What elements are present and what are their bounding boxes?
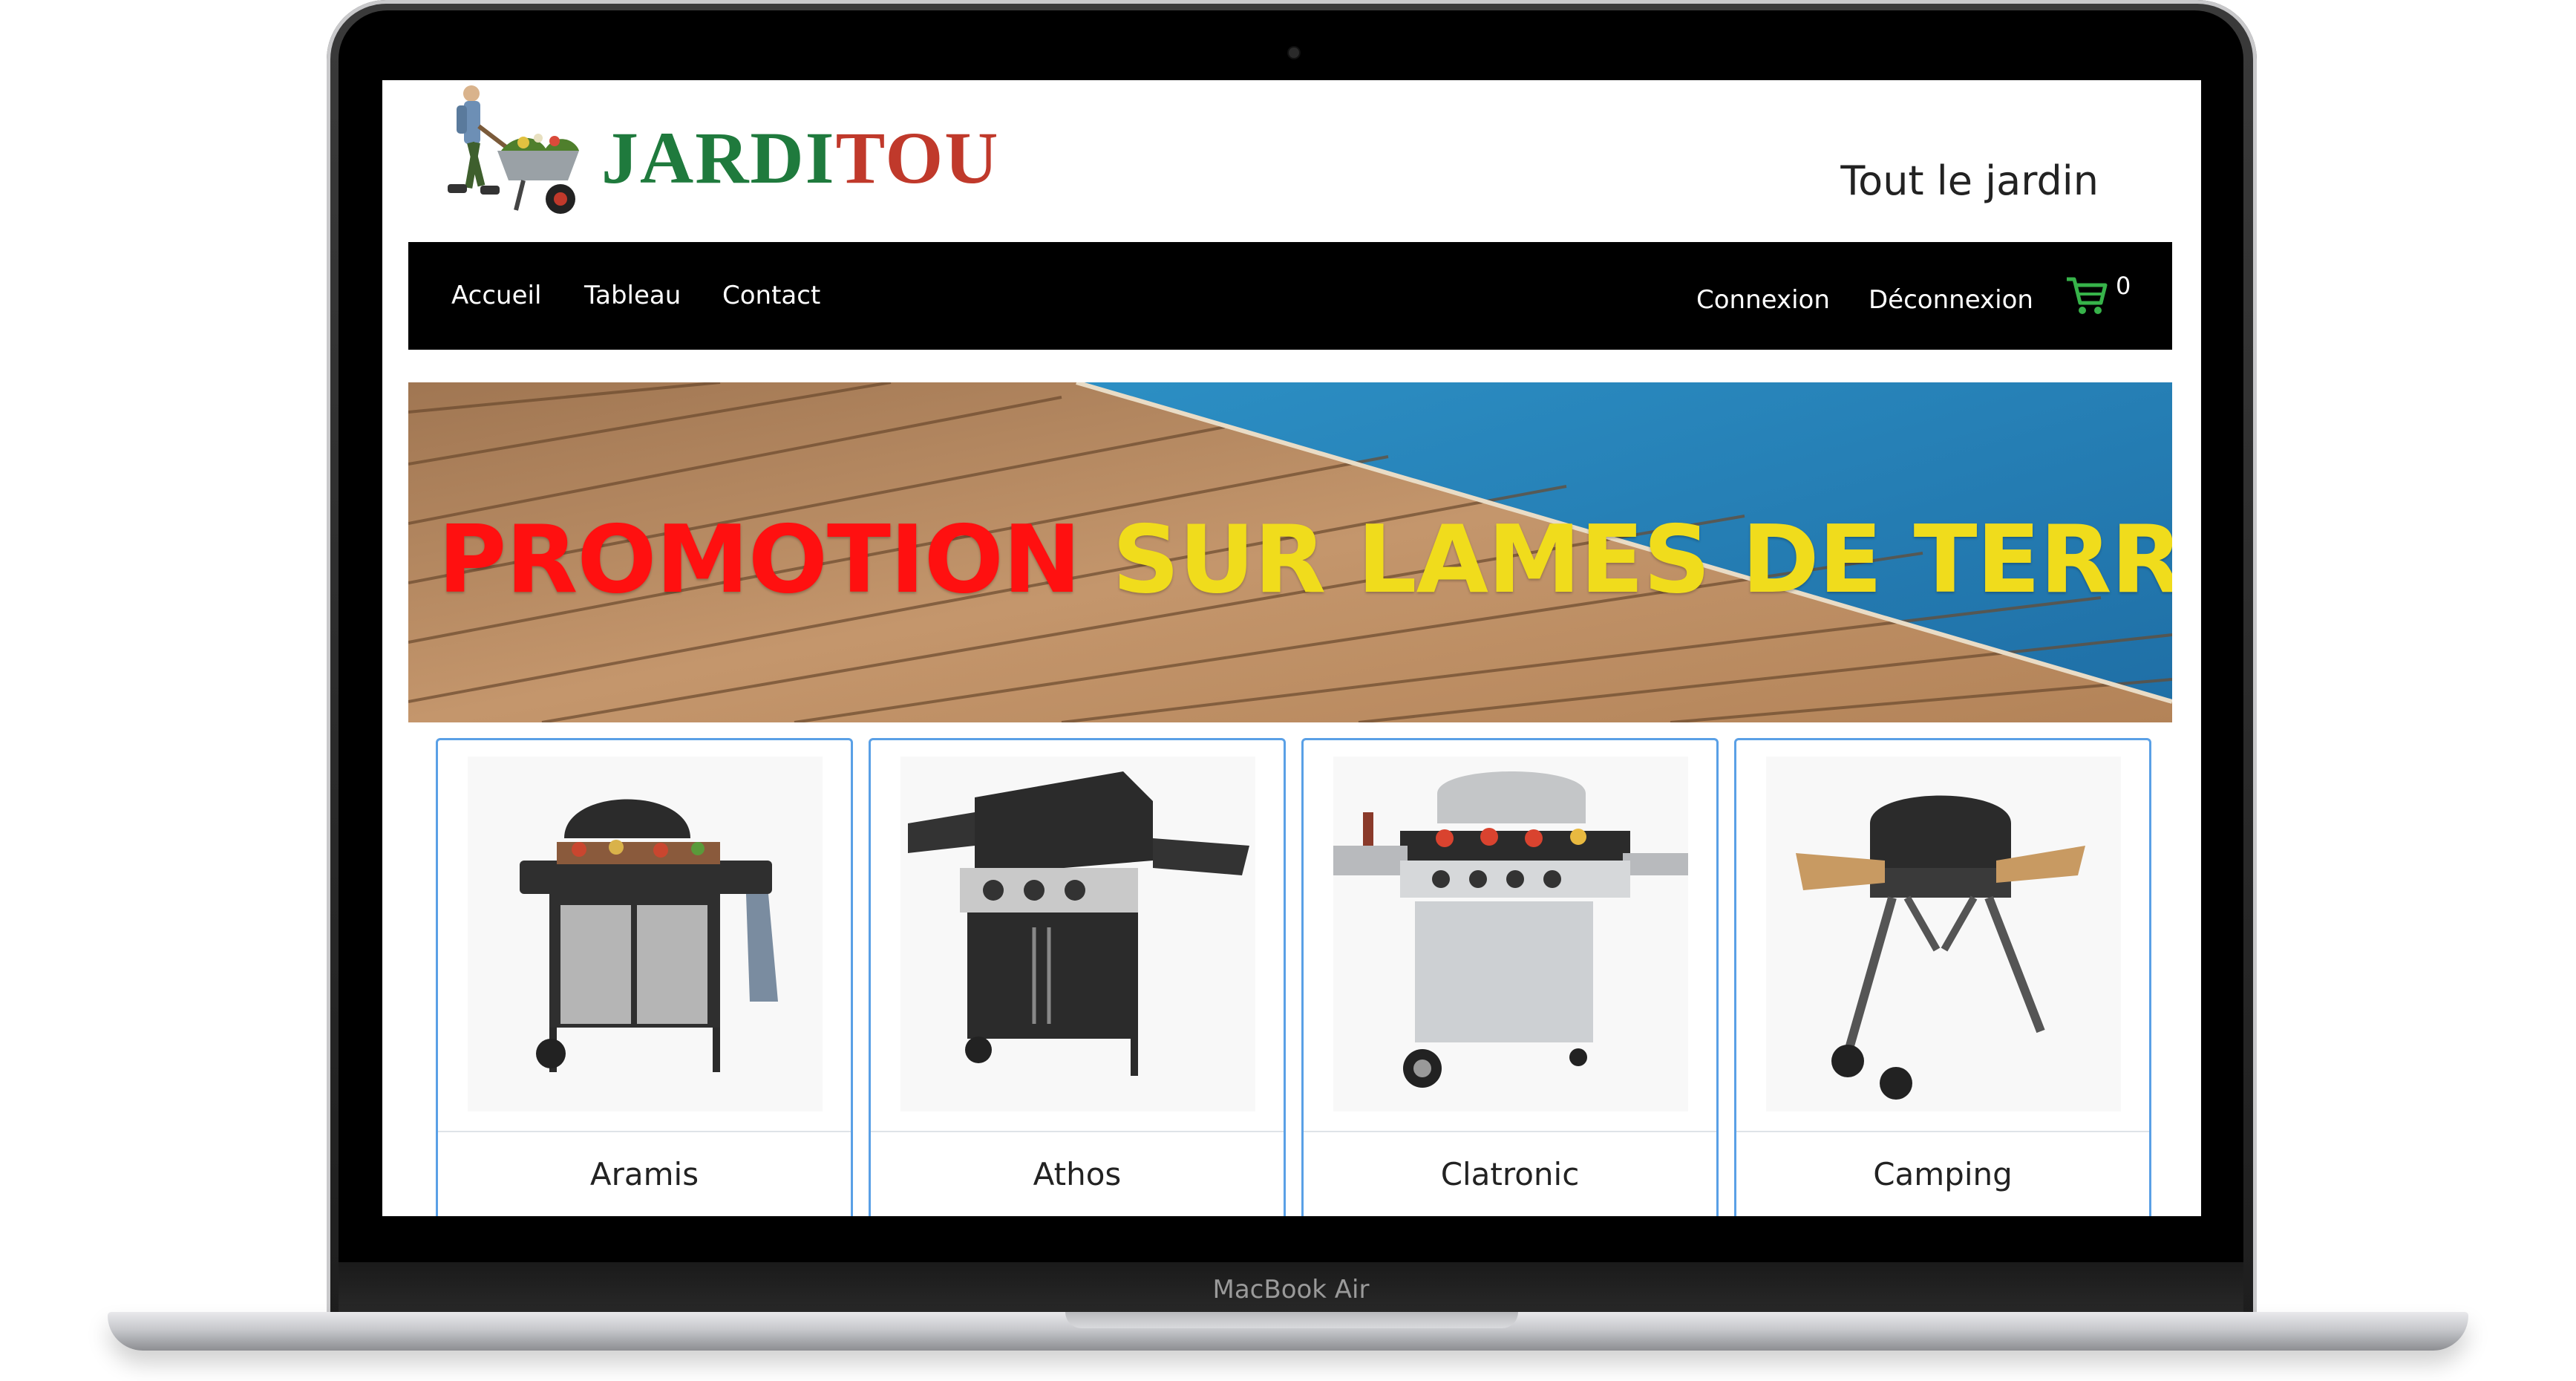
charcoal-barbecue-image	[1766, 757, 2121, 1111]
product-title[interactable]: Clatronic	[1304, 1156, 1716, 1192]
promo-text-red: PROMOTION	[438, 505, 1081, 614]
card-divider	[871, 1131, 1284, 1132]
card-divider	[1304, 1131, 1716, 1132]
nav-link-tableau[interactable]: Tableau	[584, 242, 681, 350]
product-title[interactable]: Camping	[1736, 1156, 2149, 1192]
browser-viewport: JARDITOU Tout le jardin Accueil Tableau …	[382, 80, 2201, 1216]
promo-banner-text: PROMOTION SUR LAMES DE TERRASSE	[438, 505, 2172, 614]
promo-text-yellow: SUR LAMES DE TERRASSE	[1112, 505, 2172, 614]
product-title[interactable]: Aramis	[438, 1156, 851, 1192]
gas-barbecue-image	[468, 757, 823, 1111]
product-card-aramis[interactable]: Aramis	[436, 738, 853, 1216]
site-brand[interactable]: JARDITOU	[601, 117, 999, 199]
product-card-athos[interactable]: Athos	[869, 738, 1286, 1216]
nav-link-deconnexion[interactable]: Déconnexion	[1869, 247, 2033, 354]
laptop-model-label: MacBook Air	[1212, 1275, 1370, 1305]
gardener-wheelbarrow-logo	[448, 85, 579, 214]
nav-link-contact[interactable]: Contact	[722, 242, 820, 350]
site-header: JARDITOU Tout le jardin	[382, 80, 2201, 242]
nav-link-connexion[interactable]: Connexion	[1696, 247, 1830, 354]
gas-barbecue-image	[900, 757, 1255, 1111]
product-card-camping[interactable]: Camping	[1734, 738, 2151, 1216]
brand-part-1: JARDI	[601, 117, 836, 199]
brand-part-2: TOU	[835, 117, 1000, 199]
card-divider	[1736, 1131, 2149, 1132]
gas-barbecue-image	[1333, 757, 1688, 1111]
main-navbar: Accueil Tableau Contact Connexion Déconn…	[408, 242, 2172, 350]
product-grid: Aramis Athos Clatronic Camping	[436, 738, 2158, 1216]
card-divider	[438, 1131, 851, 1132]
cart-count-badge[interactable]: 0	[2116, 272, 2131, 300]
site-tagline: Tout le jardin	[1840, 157, 2099, 204]
product-card-clatronic[interactable]: Clatronic	[1301, 738, 1719, 1216]
promo-banner[interactable]: PROMOTION SUR LAMES DE TERRASSE	[408, 382, 2172, 722]
nav-link-accueil[interactable]: Accueil	[451, 242, 541, 350]
webcam-icon	[1289, 48, 1299, 58]
laptop-hinge-notch	[1065, 1312, 1518, 1328]
product-title[interactable]: Athos	[871, 1156, 1284, 1192]
cart-icon[interactable]	[2064, 273, 2108, 318]
